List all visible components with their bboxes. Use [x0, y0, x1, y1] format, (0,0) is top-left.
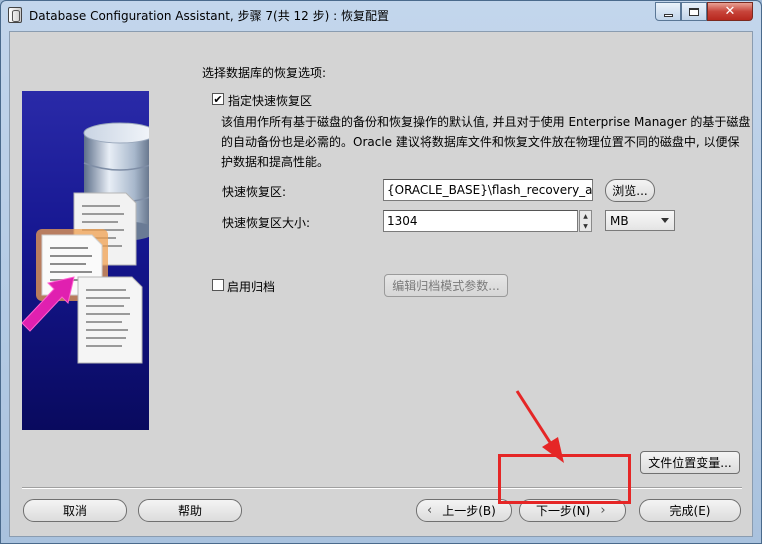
archive-label: 启用归档 — [227, 280, 276, 294]
window-title: Database Configuration Assistant, 步骤 7(共… — [29, 9, 389, 23]
footer-divider — [22, 487, 742, 489]
size-unit-value: MB — [610, 214, 629, 228]
maximize-button[interactable] — [681, 2, 707, 21]
minimize-button[interactable] — [655, 2, 681, 21]
flash-size-input[interactable]: 1304 — [383, 210, 578, 232]
flash-area-input[interactable]: {ORACLE_BASE}\flash_recovery_area — [383, 179, 593, 201]
chevron-left-icon: ‹ — [427, 503, 433, 518]
database-documents-image — [22, 122, 149, 364]
flash-recovery-label: 指定快速恢复区 — [228, 94, 313, 108]
close-button[interactable]: ✕ — [707, 2, 753, 21]
stepper-down-icon[interactable]: ▼ — [580, 221, 591, 231]
dbca-window: Database Configuration Assistant, 步骤 7(共… — [0, 0, 762, 544]
checkmark-icon: ✔ — [213, 92, 223, 106]
finish-button[interactable]: 完成(E) — [639, 499, 741, 522]
title-bar: Database Configuration Assistant, 步骤 7(共… — [1, 1, 761, 29]
file-location-variables-button[interactable]: 文件位置变量... — [640, 451, 740, 474]
chevron-right-icon: › — [600, 503, 606, 518]
flash-size-label: 快速恢复区大小: — [222, 216, 311, 230]
recovery-options-label: 选择数据库的恢复选项: — [202, 66, 327, 80]
chevron-down-icon — [661, 218, 669, 223]
dbca-app-icon — [8, 7, 22, 23]
next-button-highlight-box — [498, 454, 631, 504]
minimize-icon — [663, 14, 673, 17]
flash-recovery-description: 该值用作所有基于磁盘的备份和恢复操作的默认值, 并且对于使用 Enterpris… — [221, 115, 751, 169]
recovery-illustration — [22, 91, 149, 430]
maximize-icon — [689, 7, 699, 16]
cancel-button[interactable]: 取消 — [23, 499, 127, 522]
archive-checkbox[interactable] — [212, 279, 224, 291]
browse-button[interactable]: 浏览... — [605, 179, 655, 202]
wizard-content: 选择数据库的恢复选项: ✔ 指定快速恢复区 该值用作所有基于磁盘的备份和恢复操作… — [9, 31, 753, 537]
size-unit-select[interactable]: MB — [605, 210, 675, 231]
flash-size-stepper[interactable]: ▲ ▼ — [579, 210, 592, 232]
flash-area-label: 快速恢复区: — [222, 185, 287, 199]
back-button-label: 上一步(B) — [442, 504, 496, 518]
next-button-label: 下一步(N) — [536, 504, 591, 518]
flash-recovery-checkbox[interactable]: ✔ — [212, 93, 224, 105]
help-button[interactable]: 帮助 — [138, 499, 242, 522]
close-icon: ✕ — [724, 4, 736, 19]
stepper-up-icon[interactable]: ▲ — [580, 211, 591, 221]
edit-archive-params-button[interactable]: 编辑归档模式参数... — [384, 274, 508, 297]
